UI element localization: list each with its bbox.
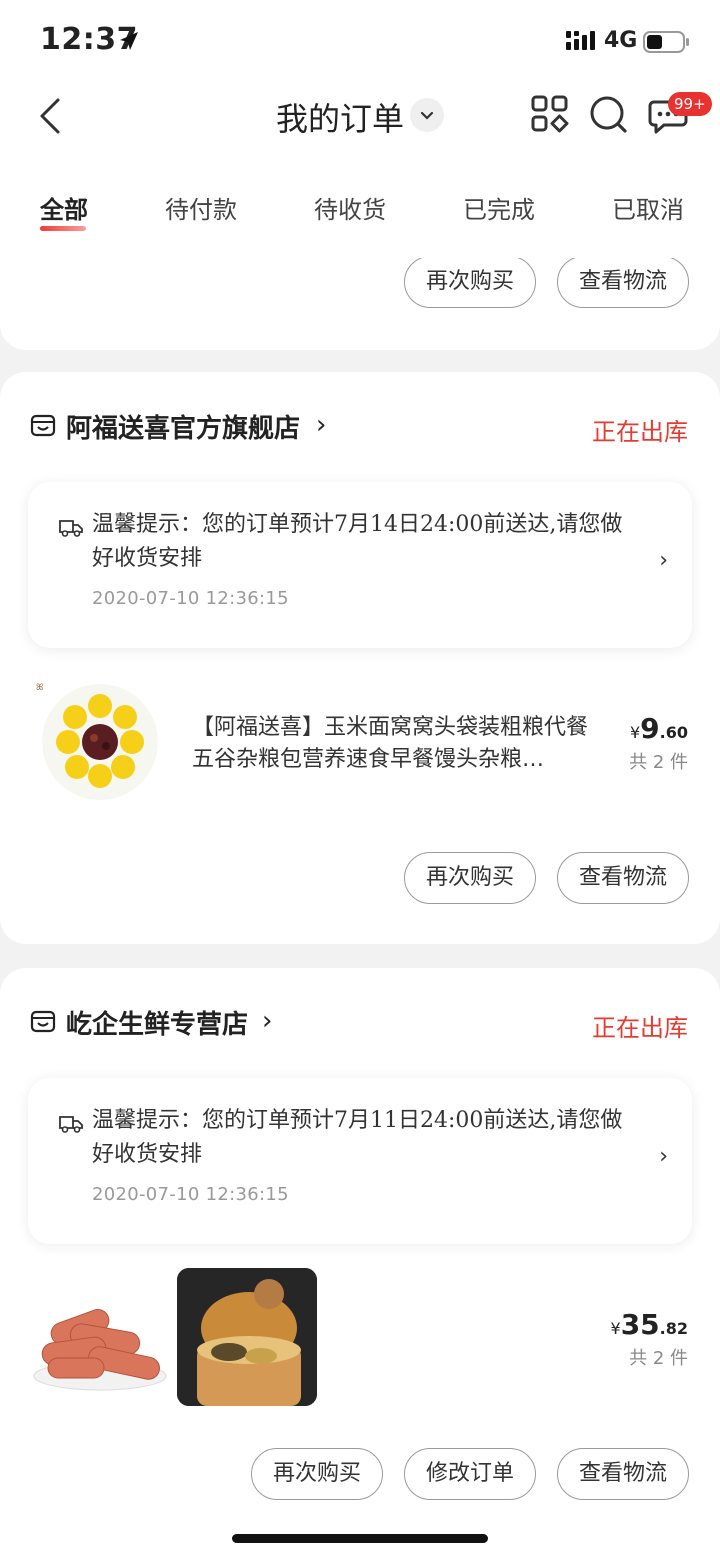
svg-text:ꕤ: ꕤ [36,683,44,693]
order-status: 正在出库 [592,418,688,446]
buy-again-button[interactable]: 再次购买 [404,256,536,308]
search-icon[interactable] [586,92,630,136]
buy-again-button[interactable]: 再次购买 [251,1448,383,1500]
item-quantity: 共 2 件 [629,752,688,773]
price-decimal: .82 [659,1319,688,1338]
store-icon [30,1010,56,1033]
order-price: ¥9.60 [630,712,688,745]
back-icon[interactable] [32,94,68,138]
view-logistics-button[interactable]: 查看物流 [557,1448,689,1500]
tab-pending-receipt[interactable]: 待收货 [314,190,386,225]
battery-icon [643,31,689,53]
store-icon [30,414,56,437]
order-status: 正在出库 [592,1014,688,1042]
product-image[interactable] [177,1268,317,1406]
chevron-right-icon[interactable]: › [316,410,326,440]
price-currency: ¥ [629,723,641,742]
tab-completed[interactable]: 已完成 [463,190,535,225]
price-decimal: .60 [659,723,688,742]
order-price: ¥35.82 [611,1308,689,1341]
delivery-tip[interactable]: 温馨提示：您的订单预计7月11日24:00前送达,请您做好收货安排 2020-0… [28,1078,692,1244]
order-card: 阿福送喜官方旗舰店 › 正在出库 温馨提示：您的订单预计7月14日24:00前送… [0,372,720,944]
tip-label: 温馨提示： [92,1108,203,1133]
signal-icon [566,31,595,50]
truck-icon [59,1116,83,1133]
product-image[interactable] [30,1266,170,1406]
chevron-right-icon: › [659,548,668,573]
chevron-right-icon[interactable]: › [262,1006,272,1036]
active-tab-indicator [40,226,86,231]
product-title[interactable]: 【阿福送喜】玉米面窝窝头袋装粗粮代餐五谷杂粮包营养速食早餐馒头杂粮… [192,712,592,776]
price-integer: 35 [620,1308,660,1341]
buy-again-button[interactable]: 再次购买 [404,852,536,904]
tip-timestamp: 2020-07-10 12:36:15 [92,1184,289,1205]
price-currency: ¥ [610,1319,621,1338]
tip-label: 温馨提示： [92,512,203,537]
title-dropdown[interactable] [410,98,444,132]
tip-timestamp: 2020-07-10 12:36:15 [92,588,289,609]
location-arrow-icon [120,32,138,50]
home-indicator[interactable] [232,1534,488,1543]
header: 12:37 4G 我的订单 99+ 全部 待付款 待收货 已完成 已取消 [0,0,720,258]
order-card: 屹企生鲜专营店 › 正在出库 温馨提示：您的订单预计7月11日24:00前送达,… [0,968,720,1558]
order-list-page: 再次购买 查看物流 阿福送喜官方旗舰店 › 正在出库 温馨提示：您的订单预计7月… [0,0,720,1558]
chevron-down-icon [420,111,434,120]
view-logistics-button[interactable]: 查看物流 [557,852,689,904]
chevron-right-icon: › [659,1144,668,1169]
status-bar: 12:37 4G [0,0,720,80]
store-name[interactable]: 阿福送喜官方旗舰店 [66,408,300,445]
network-type: 4G [604,28,638,53]
modify-order-button[interactable]: 修改订单 [404,1448,536,1500]
nav-bar: 我的订单 [0,80,720,152]
store-name[interactable]: 屹企生鲜专营店 [66,1004,248,1041]
message-badge: 99+ [668,92,712,116]
tab-cancelled[interactable]: 已取消 [612,190,684,225]
order-tabs: 全部 待付款 待收货 已完成 已取消 [0,178,720,238]
view-logistics-button[interactable]: 查看物流 [557,256,689,308]
product-image[interactable]: ꕤ [30,670,170,806]
delivery-tip[interactable]: 温馨提示：您的订单预计7月14日24:00前送达,请您做好收货安排 2020-0… [28,482,692,648]
apps-icon[interactable] [528,92,572,136]
truck-icon [59,520,83,537]
tab-all[interactable]: 全部 [40,190,88,225]
tab-pending-payment[interactable]: 待付款 [165,190,237,225]
page-title: 我的订单 [276,100,405,138]
price-integer: 9 [640,712,660,745]
item-quantity: 共 2 件 [629,1348,688,1369]
